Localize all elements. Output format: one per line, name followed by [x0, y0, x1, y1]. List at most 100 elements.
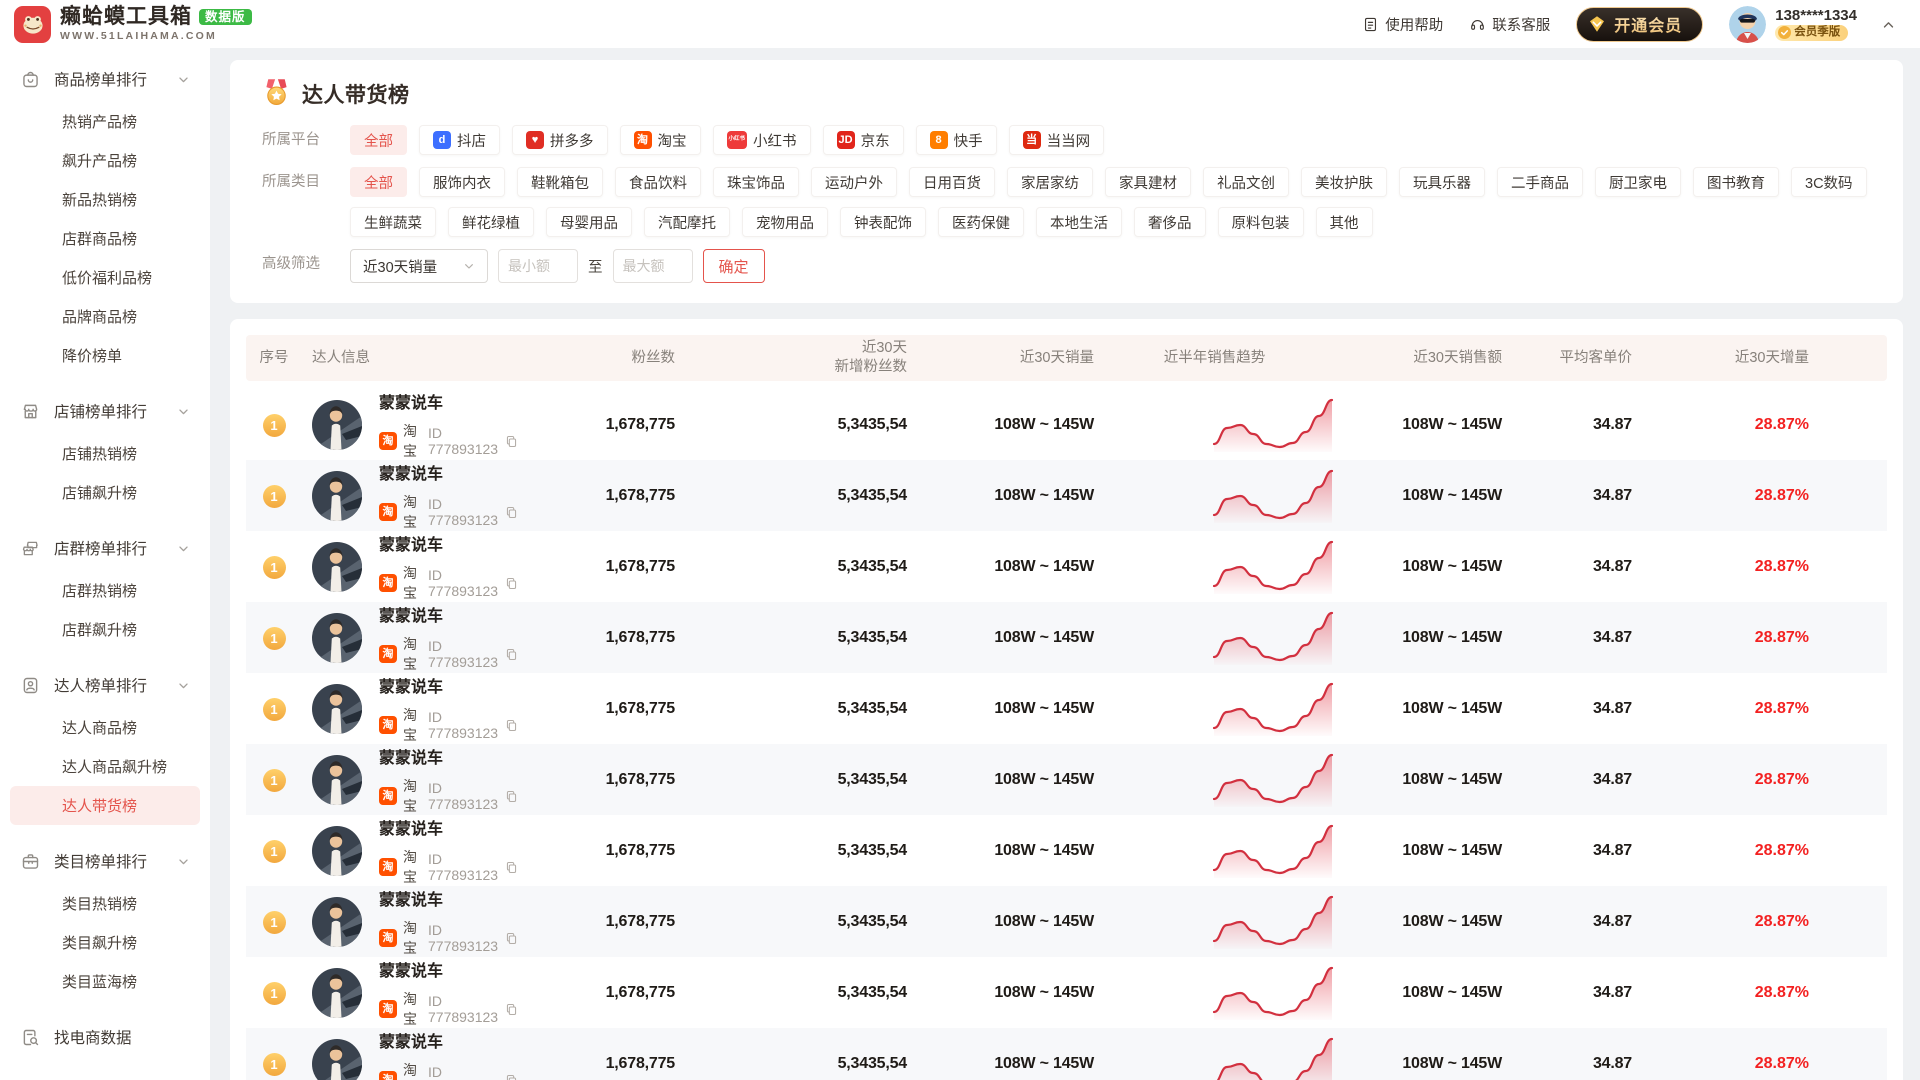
category-tab-礼品文创[interactable]: 礼品文创: [1203, 167, 1289, 197]
sidebar-item-类目飙升榜[interactable]: 类目飙升榜: [10, 923, 200, 962]
talent-name[interactable]: 蒙蒙说车: [379, 957, 519, 981]
talent-name[interactable]: 蒙蒙说车: [379, 460, 519, 484]
platform-tab-抖店[interactable]: d抖店: [419, 125, 500, 155]
table-row[interactable]: 1 蒙蒙说车 淘 淘宝 ID 777893123 1,678,775 5,343…: [246, 886, 1887, 957]
sidebar-item-店铺飙升榜[interactable]: 店铺飙升榜: [10, 473, 200, 512]
platform-tab-当当网[interactable]: 当当当网: [1009, 125, 1105, 155]
max-value-input[interactable]: [613, 249, 693, 283]
sidebar-item-达人带货榜[interactable]: 达人带货榜: [10, 786, 200, 825]
category-tab-服饰内衣[interactable]: 服饰内衣: [419, 167, 505, 197]
copy-id-button[interactable]: [504, 647, 519, 662]
category-tab-医药保健[interactable]: 医药保健: [938, 207, 1024, 237]
copy-id-button[interactable]: [504, 1002, 519, 1017]
talent-name[interactable]: 蒙蒙说车: [379, 744, 519, 768]
contact-support-link[interactable]: 联系客服: [1469, 14, 1550, 35]
copy-id-button[interactable]: [504, 931, 519, 946]
sidebar-item-店群热销榜[interactable]: 店群热销榜: [10, 571, 200, 610]
copy-id-button[interactable]: [504, 505, 519, 520]
platform-tab-快手[interactable]: 8快手: [916, 125, 997, 155]
category-tab-日用百货[interactable]: 日用百货: [909, 167, 995, 197]
talent-name[interactable]: 蒙蒙说车: [379, 1028, 519, 1052]
platform-tab-全部[interactable]: 全部: [350, 125, 407, 155]
category-tab-珠宝饰品[interactable]: 珠宝饰品: [713, 167, 799, 197]
table-row[interactable]: 1 蒙蒙说车 淘 淘宝 ID 777893123 1,678,775 5,343…: [246, 1028, 1887, 1080]
category-tab-食品饮料[interactable]: 食品饮料: [615, 167, 701, 197]
help-link[interactable]: 使用帮助: [1362, 14, 1443, 35]
category-tab-家居家纺[interactable]: 家居家纺: [1007, 167, 1093, 197]
category-tab-图书教育[interactable]: 图书教育: [1693, 167, 1779, 197]
sidebar-item-飙升产品榜[interactable]: 飙升产品榜: [10, 141, 200, 180]
user-account[interactable]: 138****1334 会员季版: [1729, 6, 1857, 43]
talent-id: ID 777893123: [428, 567, 498, 599]
table-row[interactable]: 1 蒙蒙说车 淘 淘宝 ID 777893123 1,678,775 5,343…: [246, 460, 1887, 531]
sidebar-group-找电商数据[interactable]: 找电商数据: [0, 1014, 210, 1060]
copy-id-button[interactable]: [504, 1073, 519, 1080]
table-row[interactable]: 1 蒙蒙说车 淘 淘宝 ID 777893123 1,678,775 5,343…: [246, 957, 1887, 1028]
talent-name[interactable]: 蒙蒙说车: [379, 389, 519, 413]
copy-id-button[interactable]: [504, 789, 519, 804]
sidebar-item-热销产品榜[interactable]: 热销产品榜: [10, 102, 200, 141]
sidebar-item-达人商品榜[interactable]: 达人商品榜: [10, 708, 200, 747]
sidebar-item-降价榜单[interactable]: 降价榜单: [10, 336, 200, 375]
category-tab-厨卫家电[interactable]: 厨卫家电: [1595, 167, 1681, 197]
open-membership-button[interactable]: 开通会员: [1576, 7, 1703, 42]
talent-name[interactable]: 蒙蒙说车: [379, 673, 519, 697]
category-tab-运动户外[interactable]: 运动户外: [811, 167, 897, 197]
sidebar-item-店铺热销榜[interactable]: 店铺热销榜: [10, 434, 200, 473]
sidebar-group-商品榜单排行[interactable]: 商品榜单排行: [0, 56, 210, 102]
sidebar-group-店铺榜单排行[interactable]: 店铺榜单排行: [0, 388, 210, 434]
category-tab-汽配摩托[interactable]: 汽配摩托: [644, 207, 730, 237]
talent-name[interactable]: 蒙蒙说车: [379, 815, 519, 839]
sidebar-item-低价福利品榜[interactable]: 低价福利品榜: [10, 258, 200, 297]
talent-name[interactable]: 蒙蒙说车: [379, 531, 519, 555]
category-tab-3C数码[interactable]: 3C数码: [1791, 167, 1867, 197]
collapse-header-chevron-up-icon[interactable]: [1879, 15, 1898, 34]
sidebar-group-类目榜单排行[interactable]: 类目榜单排行: [0, 838, 210, 884]
copy-id-button[interactable]: [504, 576, 519, 591]
sidebar-item-类目蓝海榜[interactable]: 类目蓝海榜: [10, 962, 200, 1001]
sidebar-item-品牌商品榜[interactable]: 品牌商品榜: [10, 297, 200, 336]
category-tab-宠物用品[interactable]: 宠物用品: [742, 207, 828, 237]
sidebar-group-店群榜单排行[interactable]: 店群榜单排行: [0, 525, 210, 571]
sidebar-item-达人商品飙升榜[interactable]: 达人商品飙升榜: [10, 747, 200, 786]
sidebar-item-新品热销榜[interactable]: 新品热销榜: [10, 180, 200, 219]
platform-tab-小红书[interactable]: 小红书小红书: [713, 125, 811, 155]
category-tab-原料包装[interactable]: 原料包装: [1218, 207, 1304, 237]
sidebar-group-达人榜单排行[interactable]: 达人榜单排行: [0, 662, 210, 708]
min-value-input[interactable]: [498, 249, 578, 283]
category-tab-家具建材[interactable]: 家具建材: [1105, 167, 1191, 197]
table-row[interactable]: 1 蒙蒙说车 淘 淘宝 ID 777893123 1,678,775 5,343…: [246, 673, 1887, 744]
sidebar-item-店群商品榜[interactable]: 店群商品榜: [10, 219, 200, 258]
copy-id-button[interactable]: [504, 718, 519, 733]
confirm-button[interactable]: 确定: [703, 249, 765, 283]
category-tab-二手商品[interactable]: 二手商品: [1497, 167, 1583, 197]
talent-name[interactable]: 蒙蒙说车: [379, 886, 519, 910]
copy-id-button[interactable]: [504, 434, 519, 449]
taobao-icon: 淘: [379, 432, 397, 450]
table-row[interactable]: 1 蒙蒙说车 淘 淘宝 ID 777893123 1,678,775 5,343…: [246, 815, 1887, 886]
copy-id-button[interactable]: [504, 860, 519, 875]
category-tab-母婴用品[interactable]: 母婴用品: [546, 207, 632, 237]
platform-tab-京东[interactable]: JD京东: [823, 125, 904, 155]
category-tab-玩具乐器[interactable]: 玩具乐器: [1399, 167, 1485, 197]
talent-name[interactable]: 蒙蒙说车: [379, 602, 519, 626]
sidebar-item-店群飙升榜[interactable]: 店群飙升榜: [10, 610, 200, 649]
metric-select[interactable]: 近30天销量: [350, 249, 488, 283]
platform-tab-拼多多[interactable]: ♥拼多多: [512, 125, 608, 155]
category-tab-生鲜蔬菜[interactable]: 生鲜蔬菜: [350, 207, 436, 237]
table-row[interactable]: 1 蒙蒙说车 淘 淘宝 ID 777893123 1,678,775 5,343…: [246, 531, 1887, 602]
table-row[interactable]: 1 蒙蒙说车 淘 淘宝 ID 777893123 1,678,775 5,343…: [246, 602, 1887, 673]
sidebar-item-类目热销榜[interactable]: 类目热销榜: [10, 884, 200, 923]
category-tab-美妆护肤[interactable]: 美妆护肤: [1301, 167, 1387, 197]
table-row[interactable]: 1 蒙蒙说车 淘 淘宝 ID 777893123 1,678,775 5,343…: [246, 389, 1887, 460]
category-tab-其他[interactable]: 其他: [1316, 207, 1373, 237]
category-tab-钟表配饰[interactable]: 钟表配饰: [840, 207, 926, 237]
category-tab-奢侈品[interactable]: 奢侈品: [1134, 207, 1206, 237]
category-tab-鞋靴箱包[interactable]: 鞋靴箱包: [517, 167, 603, 197]
app-logo[interactable]: 癞蛤蟆工具箱 数据版 WWW.51LAIHAMA.COM: [14, 6, 252, 43]
category-tab-全部[interactable]: 全部: [350, 167, 407, 197]
platform-tab-淘宝[interactable]: 淘淘宝: [620, 125, 701, 155]
category-tab-鲜花绿植[interactable]: 鲜花绿植: [448, 207, 534, 237]
table-row[interactable]: 1 蒙蒙说车 淘 淘宝 ID 777893123 1,678,775 5,343…: [246, 744, 1887, 815]
category-tab-本地生活[interactable]: 本地生活: [1036, 207, 1122, 237]
